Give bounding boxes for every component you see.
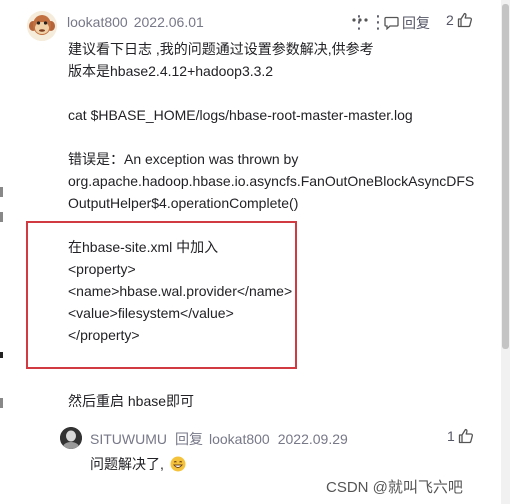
edge-mark xyxy=(0,212,3,222)
grinning-emoji-icon xyxy=(170,456,186,472)
edge-mark xyxy=(0,398,3,408)
more-options-button[interactable] xyxy=(352,13,368,30)
reply-author-name[interactable]: SITUWUMU xyxy=(90,431,167,447)
comment-meta: lookat800 2022.06.01 xyxy=(67,14,204,30)
author-avatar[interactable] xyxy=(27,11,57,41)
edge-mark xyxy=(0,352,3,358)
comment-date: 2022.06.01 xyxy=(133,14,204,30)
edge-mark xyxy=(0,187,3,197)
comment-line xyxy=(68,126,474,148)
comment-line: OutputHelper$4.operationComplete() xyxy=(68,195,299,211)
comment-line: org.apache.hadoop.hbase.io.asyncfs.FanOu… xyxy=(68,173,475,189)
reply-target-name[interactable]: lookat800 xyxy=(209,431,270,447)
reply-author-avatar[interactable] xyxy=(60,427,82,449)
reply-like-count: 1 xyxy=(447,428,455,444)
comment-line: 建议看下日志 ,我的问题通过设置参数解决,供参考 xyxy=(68,41,374,57)
thumbs-up-icon xyxy=(458,428,473,444)
reply-meta: SITUWUMU 回复 lookat800 2022.09.29 xyxy=(90,429,348,449)
reply-body: 问题解决了, xyxy=(90,454,186,474)
ellipsis-icon xyxy=(352,18,368,22)
comment-line: 版本是hbase2.4.12+hadoop3.3.2 xyxy=(68,63,274,79)
reply-word: 回复 xyxy=(175,431,203,447)
reply-date: 2022.09.29 xyxy=(277,431,348,447)
like-button[interactable]: 2 xyxy=(446,12,473,28)
reply-like-button[interactable]: 1 xyxy=(447,428,474,444)
author-name[interactable]: lookat800 xyxy=(67,14,128,30)
comment-line xyxy=(68,82,474,104)
thumbs-up-icon xyxy=(457,12,472,28)
reply-button[interactable]: 回复 xyxy=(384,13,430,33)
comment-line xyxy=(68,368,474,390)
reply-label: 回复 xyxy=(402,15,430,31)
comment-line: cat $HBASE_HOME/logs/hbase-root-master-m… xyxy=(68,107,413,123)
reply-text: 问题解决了, xyxy=(90,456,164,472)
comment-bubble-icon xyxy=(384,16,399,30)
comment-line: 错误是：An exception was thrown by xyxy=(68,151,299,167)
highlight-box xyxy=(26,221,297,369)
comment-line: 然后重启 hbase即可 xyxy=(68,393,195,409)
watermark: CSDN @就叫飞六吧 xyxy=(326,479,463,496)
scrollbar-thumb[interactable] xyxy=(502,4,509,349)
like-count: 2 xyxy=(446,12,454,28)
